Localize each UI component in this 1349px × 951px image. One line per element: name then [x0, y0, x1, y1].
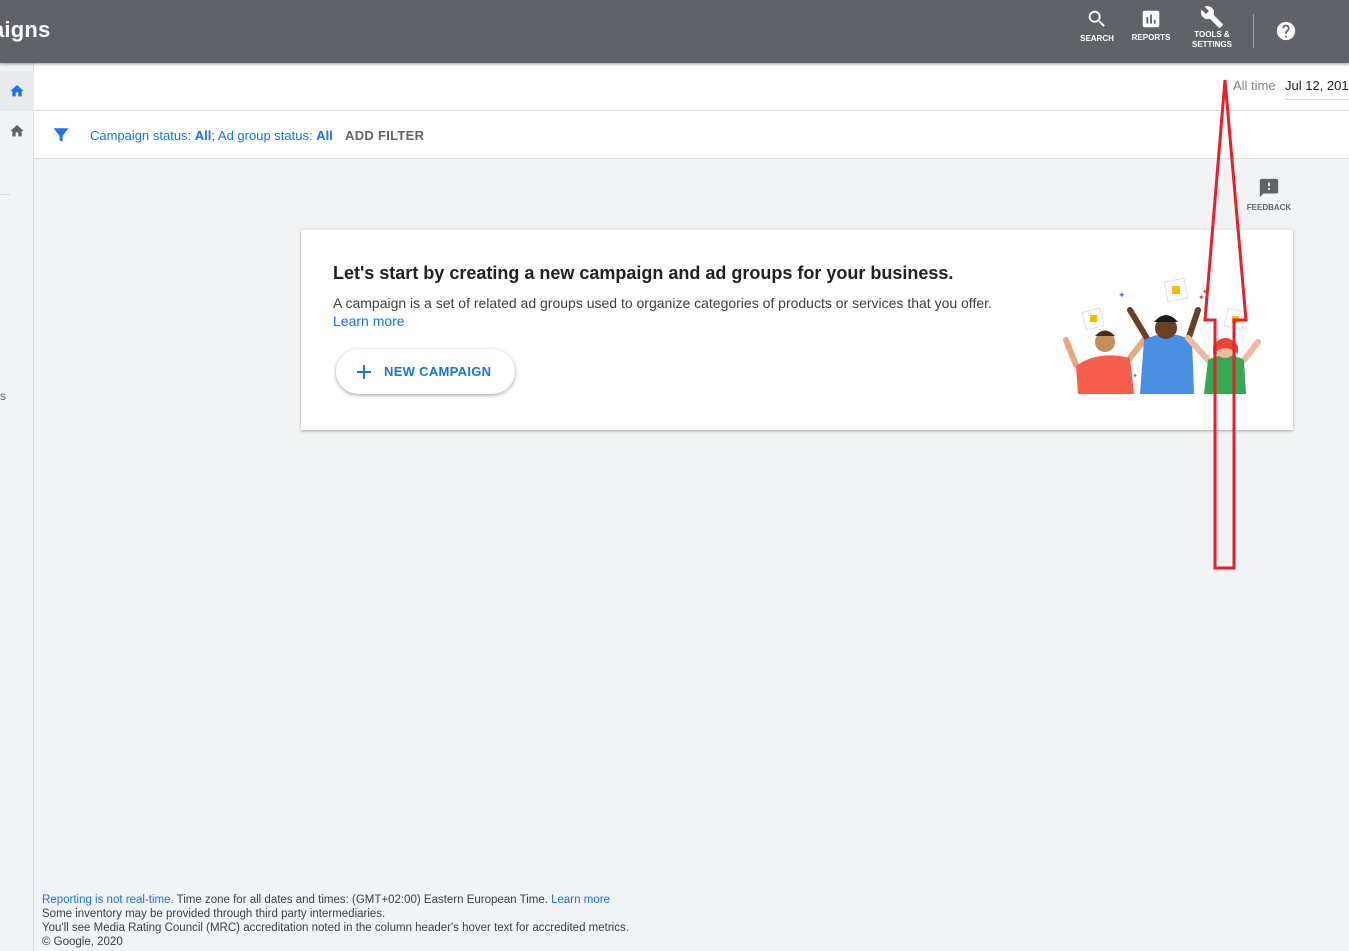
campaign-status-value: All — [194, 128, 212, 143]
learn-more-link[interactable]: Learn more — [333, 313, 405, 329]
footer-line-inventory: Some inventory may be provided through t… — [42, 908, 386, 920]
nav-item-overview[interactable] — [0, 71, 34, 111]
home-icon — [10, 85, 24, 97]
campaign-status-label: Campaign status: — [90, 128, 195, 143]
reports-label: REPORTS — [1131, 33, 1171, 42]
timezone-text: Time zone for all dates and times: (GMT+… — [173, 894, 552, 906]
ad-group-status-value: All — [316, 128, 333, 143]
feedback-label: FEEDBACK — [1246, 203, 1292, 212]
footer-line-mrc: You'll see Media Rating Council (MRC) ac… — [42, 922, 629, 934]
card-description-text: A campaign is a set of related ad groups… — [333, 295, 992, 311]
feedback-button[interactable]: FEEDBACK — [1243, 177, 1295, 212]
toolbar-divider — [1253, 14, 1254, 48]
svg-text:✦: ✦ — [1118, 291, 1126, 301]
date-range-label: All time — [1233, 78, 1276, 93]
filter-bar: Campaign status: All; Ad group status: A… — [34, 111, 1349, 159]
nav-divider — [0, 194, 10, 195]
tools-label-line2: SETTINGS — [1191, 40, 1232, 49]
nav-clipped-label: s — [0, 389, 6, 403]
add-filter-button[interactable]: ADD FILTER — [345, 128, 424, 143]
reporting-link[interactable]: Reporting is not real-time. — [42, 894, 174, 906]
search-icon — [1088, 10, 1105, 27]
svg-text:✦: ✦ — [1202, 288, 1208, 296]
filter-icon[interactable] — [52, 126, 70, 144]
nav-item-home[interactable] — [0, 111, 34, 151]
tools-settings-label: TOOLS & SETTINGS — [1187, 30, 1237, 50]
help-icon — [1276, 21, 1296, 41]
plus-icon — [357, 364, 371, 379]
top-app-bar: aigns SEARCH REPORTS TOOLS & SETTINGS — [0, 0, 1349, 63]
wrench-icon — [1200, 6, 1223, 28]
svg-text:✦: ✦ — [1132, 372, 1138, 380]
date-range-picker[interactable]: Jul 12, 2019 — [1285, 78, 1349, 100]
footer-learn-more-link[interactable]: Learn more — [551, 894, 610, 906]
new-campaign-button[interactable]: NEW CAMPAIGN — [336, 349, 515, 394]
search-button[interactable]: SEARCH — [1072, 8, 1122, 44]
celebrating-people-illustration: ✦ ✦ ✦ ✦ ✦ — [1063, 277, 1261, 394]
card-heading: Let's start by creating a new campaign a… — [333, 263, 954, 283]
footer-copyright: © Google, 2020 — [42, 936, 123, 948]
search-label: SEARCH — [1080, 34, 1114, 43]
page-footer: Reporting is not real-time. Time zone fo… — [42, 893, 629, 949]
left-navigation: s — [0, 63, 34, 951]
bar-chart-icon — [1142, 10, 1160, 28]
help-button[interactable] — [1275, 20, 1297, 42]
empty-state-card: Let's start by creating a new campaign a… — [301, 230, 1293, 430]
page-title: aigns — [0, 17, 51, 42]
footer-line-timezone: Reporting is not real-time. Time zone fo… — [42, 893, 629, 907]
active-filters[interactable]: Campaign status: All; Ad group status: A… — [90, 128, 333, 143]
ad-group-status-label: Ad group status: — [217, 128, 317, 143]
card-description: A campaign is a set of related ad groups… — [333, 294, 1023, 330]
tools-label-line1: TOOLS & — [1194, 30, 1230, 39]
home-icon — [10, 125, 24, 137]
new-campaign-label: NEW CAMPAIGN — [384, 364, 492, 379]
feedback-icon — [1259, 178, 1279, 198]
tools-settings-button[interactable]: TOOLS & SETTINGS — [1187, 5, 1237, 50]
date-range-bar: All time Jul 12, 2019 — [34, 63, 1349, 111]
reports-button[interactable]: REPORTS — [1126, 8, 1176, 43]
